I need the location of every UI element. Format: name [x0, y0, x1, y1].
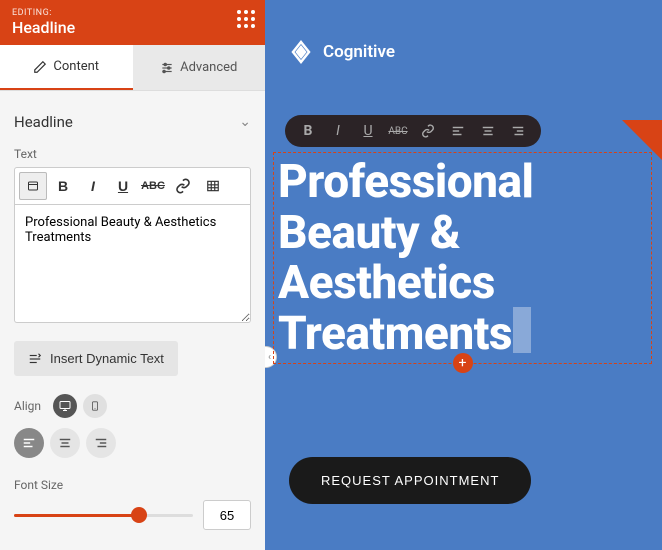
float-link-button[interactable]: [419, 124, 437, 138]
drag-grip-icon[interactable]: [237, 10, 255, 28]
section-headline-label: Headline: [14, 113, 73, 131]
device-desktop-button[interactable]: [53, 394, 77, 418]
sliders-icon: [160, 61, 174, 75]
underline-button[interactable]: U: [109, 172, 137, 200]
float-strike-button[interactable]: ABC: [389, 126, 407, 137]
tab-advanced-label: Advanced: [180, 60, 237, 75]
align-right-icon: [511, 124, 525, 138]
mobile-icon: [90, 400, 100, 412]
text-label: Text: [14, 147, 251, 161]
insert-icon: [28, 352, 42, 366]
align-buttons: [14, 428, 251, 458]
table-button[interactable]: [199, 172, 227, 200]
insert-dynamic-label: Insert Dynamic Text: [50, 351, 164, 366]
font-size-slider[interactable]: [14, 505, 193, 525]
align-left-icon: [22, 436, 36, 450]
font-size-input[interactable]: [203, 500, 251, 530]
editor-sidebar: EDITING: Headline Content Advanced Headl…: [0, 0, 265, 550]
brand: Cognitive: [289, 40, 395, 64]
align-center-button[interactable]: [50, 428, 80, 458]
editing-title: Headline: [12, 18, 253, 37]
float-align-center-button[interactable]: [479, 124, 497, 138]
italic-button[interactable]: I: [79, 172, 107, 200]
brand-name: Cognitive: [323, 42, 395, 62]
align-right-icon: [94, 436, 108, 450]
desktop-icon: [59, 400, 71, 412]
align-center-icon: [481, 124, 495, 138]
tabs: Content Advanced: [0, 45, 265, 91]
text-cursor: [513, 307, 531, 353]
bold-button[interactable]: B: [49, 172, 77, 200]
align-label: Align: [14, 399, 41, 413]
preview-canvas: ‹ Cognitive B I U ABC Professional Beaut…: [265, 0, 662, 550]
editing-label: EDITING:: [12, 8, 253, 18]
align-section: Align: [14, 394, 251, 458]
cta-button[interactable]: REQUEST APPOINTMENT: [289, 457, 531, 504]
align-left-icon: [451, 124, 465, 138]
align-right-button[interactable]: [86, 428, 116, 458]
device-toggle: [53, 394, 107, 418]
source-icon: [26, 180, 40, 192]
pencil-icon: [33, 60, 47, 74]
panel: Headline ⌄ Text B I U ABC Insert Dynamic…: [0, 91, 265, 550]
device-mobile-button[interactable]: [83, 394, 107, 418]
link-icon: [421, 124, 435, 138]
float-align-right-button[interactable]: [509, 124, 527, 138]
tab-advanced[interactable]: Advanced: [133, 45, 266, 90]
headline-text[interactable]: Professional Beauty & Aesthetics Treatme…: [278, 157, 647, 359]
chevron-down-icon: ⌄: [239, 114, 251, 130]
float-align-left-button[interactable]: [449, 124, 467, 138]
tab-content-label: Content: [53, 59, 99, 74]
section-headline[interactable]: Headline ⌄: [14, 105, 251, 147]
font-size-slider-row: [14, 500, 251, 530]
strikethrough-button[interactable]: ABC: [139, 172, 167, 200]
floating-toolbar: B I U ABC: [285, 115, 541, 147]
brand-logo-icon: [289, 40, 313, 64]
editor-header: EDITING: Headline: [0, 0, 265, 45]
float-underline-button[interactable]: U: [359, 123, 377, 139]
link-button[interactable]: [169, 172, 197, 200]
add-element-handle[interactable]: +: [453, 353, 473, 373]
table-icon: [205, 179, 221, 193]
text-input[interactable]: [14, 205, 251, 323]
float-italic-button[interactable]: I: [329, 123, 347, 139]
link-icon: [175, 178, 191, 194]
text-toolbar: B I U ABC: [14, 167, 251, 205]
tab-content[interactable]: Content: [0, 45, 133, 90]
align-left-button[interactable]: [14, 428, 44, 458]
source-button[interactable]: [19, 172, 47, 200]
float-bold-button[interactable]: B: [299, 123, 317, 139]
insert-dynamic-text-button[interactable]: Insert Dynamic Text: [14, 341, 178, 376]
align-center-icon: [58, 436, 72, 450]
font-size-label: Font Size: [14, 478, 251, 492]
font-size-section: Font Size: [14, 478, 251, 530]
headline-element[interactable]: Professional Beauty & Aesthetics Treatme…: [273, 152, 652, 364]
